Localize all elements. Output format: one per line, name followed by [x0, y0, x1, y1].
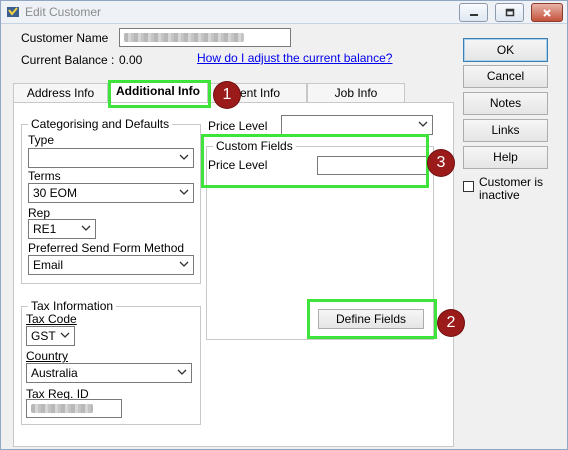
type-label: Type [28, 133, 55, 147]
window-title: Edit Customer [25, 5, 102, 19]
tax-code-select[interactable]: GST [26, 326, 75, 346]
tab-job-info[interactable]: Job Info [307, 83, 405, 102]
chevron-down-icon [60, 332, 70, 338]
chevron-down-icon [81, 225, 91, 231]
adjust-balance-link[interactable]: How do I adjust the current balance? [197, 51, 392, 65]
tax-code-label: Tax Code [26, 312, 77, 326]
chevron-down-icon [418, 121, 428, 127]
price-level-label: Price Level [208, 119, 268, 133]
country-select[interactable]: Australia [26, 363, 192, 383]
chevron-down-icon [179, 154, 189, 160]
send-method-label: Preferred Send Form Method [28, 241, 185, 255]
rep-select[interactable]: RE1 [28, 219, 96, 239]
minimize-button[interactable] [459, 3, 488, 22]
annotation-badge-2: 2 [438, 310, 464, 336]
tab-additional-info[interactable]: Additional Info [108, 81, 208, 103]
current-balance-value: 0.00 [119, 53, 143, 67]
price-level-select[interactable] [281, 115, 433, 135]
cancel-button[interactable]: Cancel [463, 65, 548, 88]
annotation-badge-3: 3 [428, 150, 454, 176]
help-button[interactable]: Help [463, 146, 548, 169]
customer-inactive-label-line1: Customer is [479, 175, 544, 189]
current-balance-label: Current Balance : [21, 53, 115, 67]
custom-price-level-label: Price Level [208, 158, 268, 172]
app-icon [7, 7, 19, 17]
custom-price-level-input[interactable] [317, 156, 429, 175]
send-method-select[interactable]: Email [28, 255, 194, 275]
customer-name-label: Customer Name [21, 31, 109, 45]
tax-reg-input[interactable] [26, 399, 122, 418]
tab-address-info[interactable]: Address Info [13, 83, 108, 102]
rep-label: Rep [28, 206, 51, 220]
customer-name-redacted [124, 33, 244, 42]
chevron-down-icon [177, 369, 187, 375]
edit-customer-window: Edit Customer Customer Name Current Bala… [0, 0, 568, 450]
customer-inactive-label-line2: inactive [479, 188, 520, 202]
links-button[interactable]: Links [463, 119, 548, 142]
chevron-down-icon [179, 261, 189, 267]
categorising-legend: Categorising and Defaults [31, 117, 170, 131]
close-icon [543, 8, 551, 17]
customer-inactive-checkbox[interactable] [463, 181, 474, 192]
terms-label: Terms [28, 169, 61, 183]
restore-button[interactable] [495, 3, 524, 22]
country-label: Country [26, 349, 69, 363]
close-button[interactable] [531, 3, 563, 22]
title-bar: Edit Customer [1, 1, 567, 24]
tax-reg-redacted [31, 404, 93, 413]
type-select[interactable] [28, 148, 194, 168]
define-fields-button[interactable]: Define Fields [318, 309, 424, 329]
restore-icon [505, 8, 514, 17]
tax-info-legend: Tax Information [31, 299, 114, 313]
chevron-down-icon [179, 189, 189, 195]
terms-select[interactable]: 30 EOM [28, 183, 194, 203]
ok-button[interactable]: OK [463, 38, 548, 62]
notes-button[interactable]: Notes [463, 92, 548, 115]
custom-fields-legend: Custom Fields [216, 139, 293, 153]
annotation-badge-1: 1 [214, 82, 240, 108]
customer-name-input[interactable] [119, 28, 291, 47]
minimize-icon [469, 13, 478, 16]
